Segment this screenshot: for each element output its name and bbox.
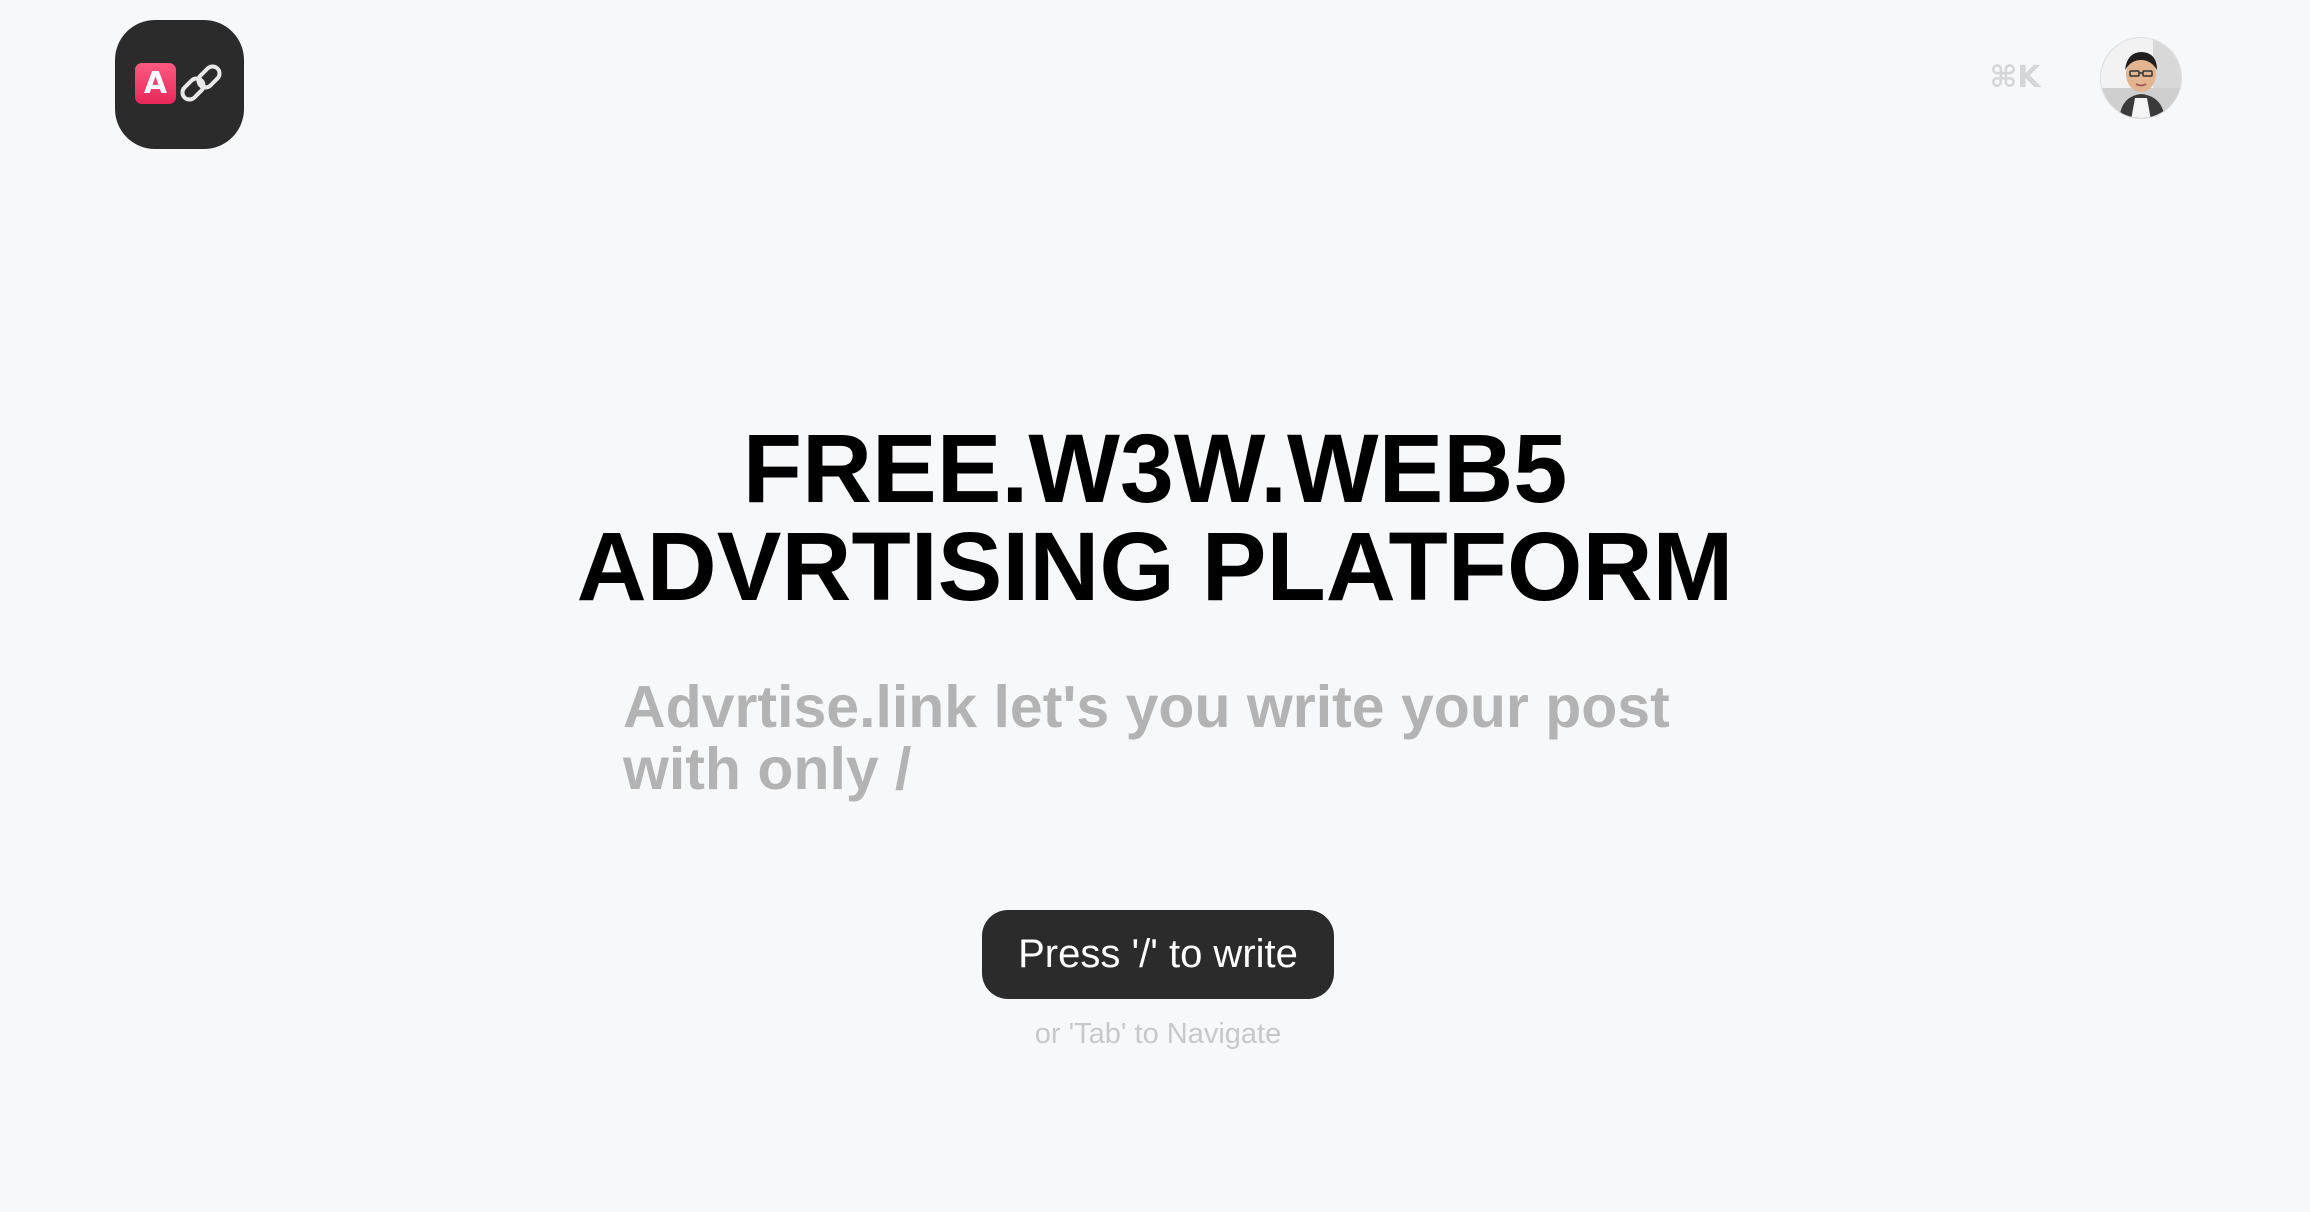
tab-navigate-hint: or 'Tab' to Navigate — [1034, 1018, 1282, 1050]
press-slash-to-write-button[interactable]: Press '/' to write — [982, 910, 1334, 999]
app-logo[interactable]: A — [115, 20, 244, 149]
hero-subtitle: Advrtise.link let's you write your post … — [623, 674, 1670, 802]
hero-title-line-2: ADVRTISING PLATFORM — [576, 512, 1734, 621]
command-k-shortcut[interactable]: ⌘K — [1980, 60, 2050, 95]
user-avatar[interactable] — [2100, 37, 2182, 119]
avatar-photo — [2101, 38, 2181, 118]
hero-title: FREE.W3W.WEB5 ADVRTISING PLATFORM — [400, 420, 1910, 616]
logo-letter-badge: A — [135, 63, 176, 104]
chain-link-icon — [180, 64, 222, 102]
hero-title-line-1: FREE.W3W.WEB5 — [742, 414, 1568, 523]
